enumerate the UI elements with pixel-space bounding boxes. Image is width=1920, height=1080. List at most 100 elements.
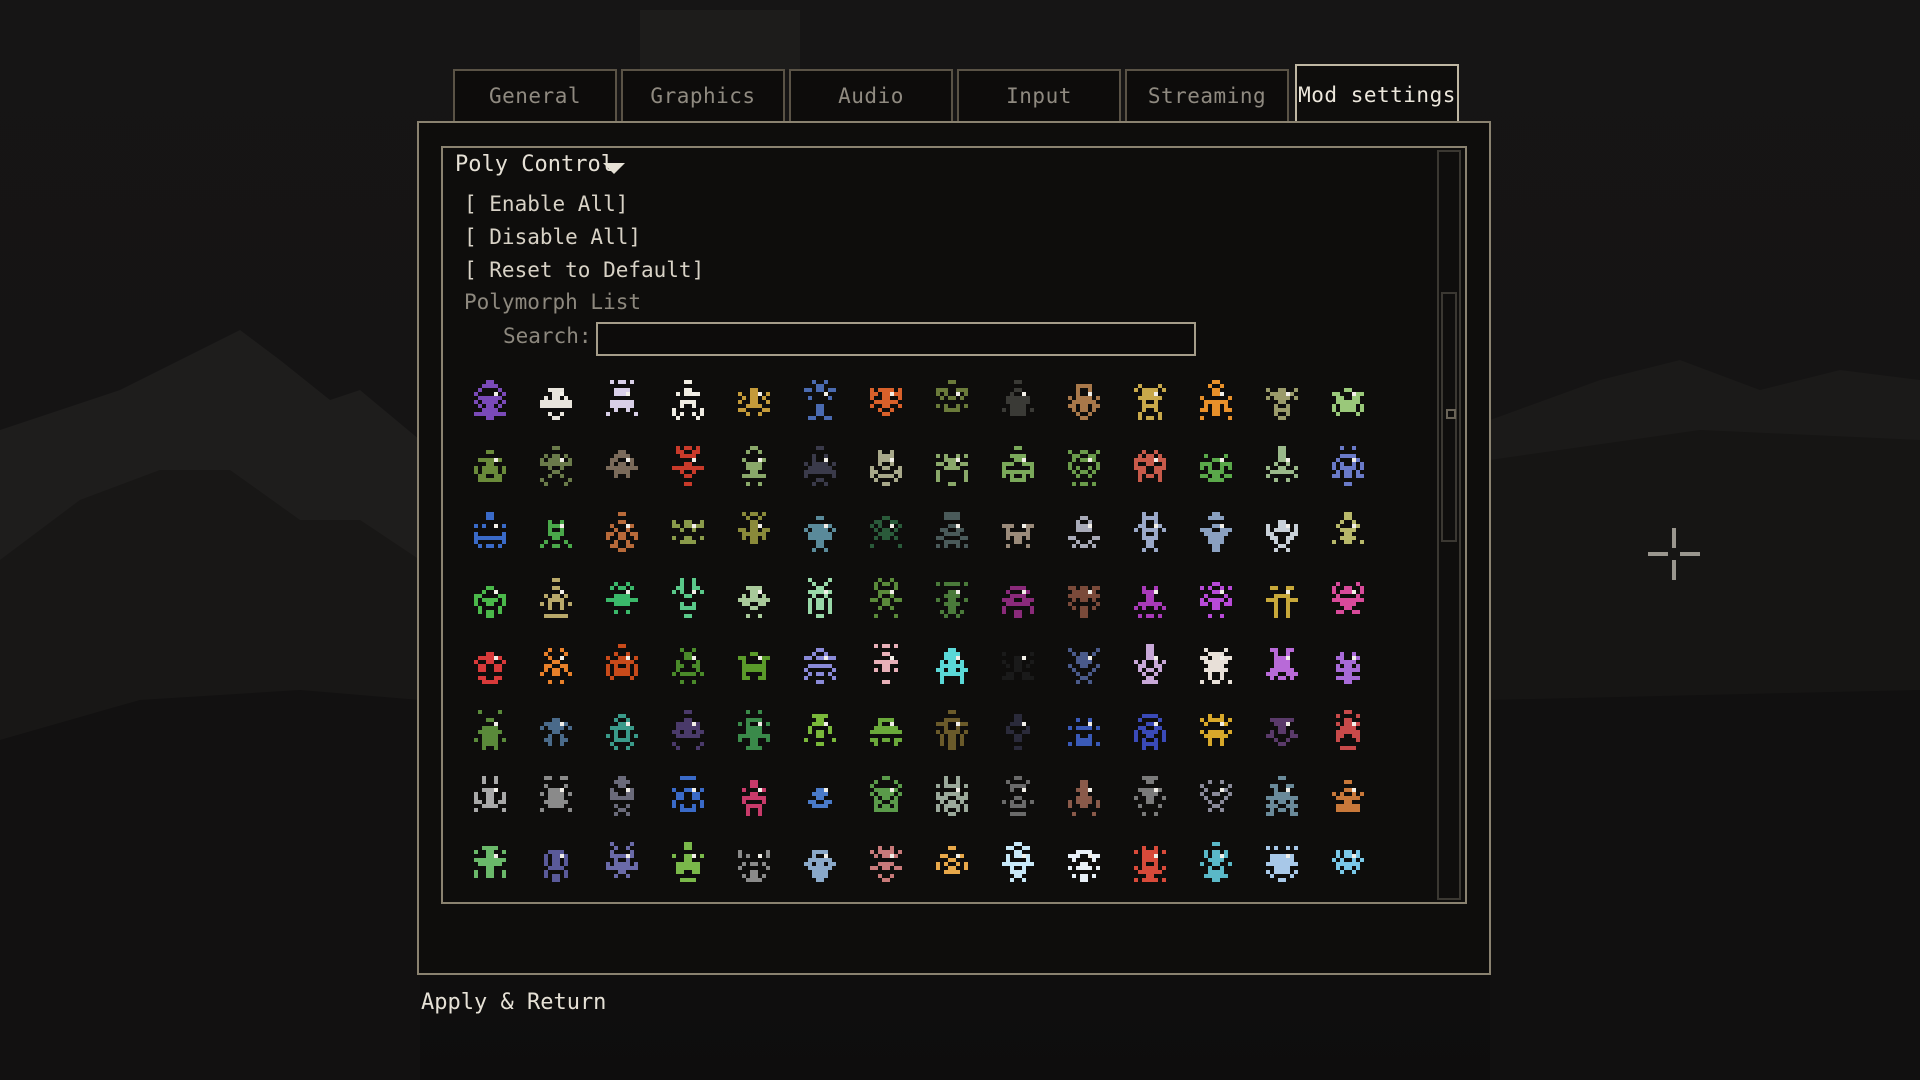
polymorph-creature-icon[interactable] — [1056, 698, 1122, 764]
polymorph-creature-icon[interactable] — [594, 632, 660, 698]
polymorph-creature-icon[interactable] — [1254, 566, 1320, 632]
polymorph-creature-icon[interactable] — [528, 764, 594, 830]
polymorph-creature-icon[interactable] — [924, 368, 990, 434]
polymorph-creature-icon[interactable] — [528, 434, 594, 500]
enable-all-button[interactable]: [ Enable All] — [464, 192, 628, 216]
disable-all-button[interactable]: [ Disable All] — [464, 225, 641, 249]
polymorph-creature-icon[interactable] — [1056, 632, 1122, 698]
polymorph-creature-icon[interactable] — [462, 632, 528, 698]
polymorph-creature-icon[interactable] — [1254, 500, 1320, 566]
polymorph-creature-icon[interactable] — [462, 500, 528, 566]
polymorph-creature-icon[interactable] — [858, 500, 924, 566]
polymorph-creature-icon[interactable] — [1254, 698, 1320, 764]
polymorph-creature-icon[interactable] — [1056, 764, 1122, 830]
polymorph-creature-icon[interactable] — [1188, 764, 1254, 830]
polymorph-creature-icon[interactable] — [1188, 434, 1254, 500]
polymorph-creature-icon[interactable] — [990, 764, 1056, 830]
polymorph-creature-icon[interactable] — [924, 830, 990, 896]
polymorph-creature-icon[interactable] — [660, 368, 726, 434]
polymorph-creature-icon[interactable] — [792, 434, 858, 500]
polymorph-creature-icon[interactable] — [1320, 830, 1386, 896]
polymorph-creature-icon[interactable] — [726, 500, 792, 566]
apply-return-button[interactable]: Apply & Return — [421, 990, 606, 1015]
polymorph-creature-icon[interactable] — [858, 764, 924, 830]
polymorph-creature-icon[interactable] — [660, 632, 726, 698]
polymorph-creature-icon[interactable] — [1056, 566, 1122, 632]
polymorph-creature-icon[interactable] — [858, 368, 924, 434]
polymorph-creature-icon[interactable] — [1122, 632, 1188, 698]
polymorph-creature-icon[interactable] — [1320, 566, 1386, 632]
polymorph-creature-icon[interactable] — [792, 698, 858, 764]
polymorph-creature-icon[interactable] — [462, 764, 528, 830]
polymorph-creature-icon[interactable] — [660, 566, 726, 632]
polymorph-creature-icon[interactable] — [1056, 830, 1122, 896]
polymorph-creature-icon[interactable] — [594, 566, 660, 632]
polymorph-creature-icon[interactable] — [924, 500, 990, 566]
polymorph-creature-icon[interactable] — [1188, 368, 1254, 434]
polymorph-creature-icon[interactable] — [1254, 830, 1320, 896]
polymorph-creature-icon[interactable] — [528, 566, 594, 632]
tab-mod-settings[interactable]: Mod settings — [1295, 64, 1459, 123]
polymorph-creature-icon[interactable] — [462, 830, 528, 896]
polymorph-creature-icon[interactable] — [858, 830, 924, 896]
polymorph-creature-icon[interactable] — [1254, 368, 1320, 434]
polymorph-creature-icon[interactable] — [792, 566, 858, 632]
polymorph-creature-icon[interactable] — [1320, 368, 1386, 434]
polymorph-creature-icon[interactable] — [924, 698, 990, 764]
polymorph-creature-icon[interactable] — [1122, 698, 1188, 764]
polymorph-creature-icon[interactable] — [990, 830, 1056, 896]
polymorph-creature-icon[interactable] — [528, 698, 594, 764]
polymorph-creature-icon[interactable] — [594, 434, 660, 500]
polymorph-creature-icon[interactable] — [462, 698, 528, 764]
tab-graphics[interactable]: Graphics — [621, 69, 785, 121]
polymorph-creature-icon[interactable] — [726, 830, 792, 896]
polymorph-creature-icon[interactable] — [990, 368, 1056, 434]
polymorph-creature-icon[interactable] — [726, 698, 792, 764]
tab-input[interactable]: Input — [957, 69, 1121, 121]
polymorph-creature-icon[interactable] — [594, 830, 660, 896]
polymorph-creature-icon[interactable] — [726, 764, 792, 830]
tab-audio[interactable]: Audio — [789, 69, 953, 121]
polymorph-creature-icon[interactable] — [858, 698, 924, 764]
polymorph-creature-icon[interactable] — [1320, 632, 1386, 698]
polymorph-creature-icon[interactable] — [1254, 632, 1320, 698]
polymorph-creature-icon[interactable] — [924, 566, 990, 632]
polymorph-creature-icon[interactable] — [528, 368, 594, 434]
polymorph-creature-icon[interactable] — [594, 764, 660, 830]
polymorph-creature-icon[interactable] — [660, 764, 726, 830]
polymorph-creature-icon[interactable] — [792, 368, 858, 434]
polymorph-creature-icon[interactable] — [1188, 632, 1254, 698]
polymorph-creature-icon[interactable] — [1122, 830, 1188, 896]
polymorph-creature-icon[interactable] — [660, 698, 726, 764]
polymorph-creature-icon[interactable] — [858, 434, 924, 500]
polymorph-creature-icon[interactable] — [792, 764, 858, 830]
polymorph-creature-icon[interactable] — [792, 830, 858, 896]
reset-default-button[interactable]: [ Reset to Default] — [464, 258, 704, 282]
polymorph-creature-icon[interactable] — [528, 500, 594, 566]
polymorph-creature-icon[interactable] — [1188, 698, 1254, 764]
polymorph-creature-icon[interactable] — [1320, 698, 1386, 764]
polymorph-creature-icon[interactable] — [990, 632, 1056, 698]
polymorph-creature-icon[interactable] — [528, 830, 594, 896]
polymorph-creature-icon[interactable] — [660, 434, 726, 500]
polymorph-creature-icon[interactable] — [1254, 434, 1320, 500]
polymorph-creature-icon[interactable] — [1320, 434, 1386, 500]
polymorph-creature-icon[interactable] — [528, 632, 594, 698]
polymorph-creature-icon[interactable] — [858, 566, 924, 632]
polymorph-creature-icon[interactable] — [990, 500, 1056, 566]
polymorph-creature-icon[interactable] — [1122, 566, 1188, 632]
polymorph-creature-icon[interactable] — [1320, 764, 1386, 830]
polymorph-creature-icon[interactable] — [1122, 764, 1188, 830]
tab-streaming[interactable]: Streaming — [1125, 69, 1289, 121]
scrollbar-thumb[interactable] — [1441, 292, 1457, 542]
polymorph-creature-icon[interactable] — [924, 632, 990, 698]
polymorph-creature-icon[interactable] — [792, 632, 858, 698]
polymorph-creature-icon[interactable] — [660, 500, 726, 566]
polymorph-creature-icon[interactable] — [1056, 434, 1122, 500]
polymorph-creature-icon[interactable] — [1122, 434, 1188, 500]
polymorph-creature-icon[interactable] — [1188, 566, 1254, 632]
tab-general[interactable]: General — [453, 69, 617, 121]
polymorph-creature-icon[interactable] — [1056, 368, 1122, 434]
polymorph-creature-icon[interactable] — [990, 434, 1056, 500]
polymorph-creature-icon[interactable] — [858, 632, 924, 698]
